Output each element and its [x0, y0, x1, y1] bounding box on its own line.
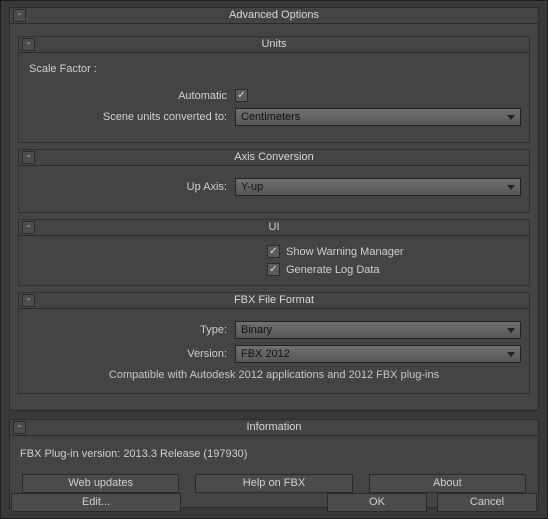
automatic-checkbox[interactable] [235, 89, 248, 102]
automatic-label: Automatic [27, 90, 235, 102]
information-header: - Information [10, 420, 538, 436]
web-updates-button[interactable]: Web updates [22, 474, 179, 493]
dialog-button-bar: Edit... OK Cancel [1, 493, 547, 512]
up-axis-select[interactable]: Y-up [235, 178, 521, 196]
edit-button[interactable]: Edit... [11, 493, 181, 512]
up-axis-value: Y-up [241, 181, 263, 193]
axis-conversion-panel: - Axis Conversion Up Axis: Y-up [18, 149, 530, 213]
type-value: Binary [241, 324, 272, 336]
axis-title: Axis Conversion [234, 151, 313, 163]
compat-note: Compatible with Autodesk 2012 applicatio… [27, 369, 521, 381]
axis-header: - Axis Conversion [19, 150, 529, 166]
help-on-fbx-button[interactable]: Help on FBX [195, 474, 352, 493]
up-axis-label: Up Axis: [27, 181, 235, 193]
version-value: FBX 2012 [241, 348, 290, 360]
advanced-options-panel: - Advanced Options - Units Scale Factor … [9, 7, 539, 411]
scene-units-select[interactable]: Centimeters [235, 108, 521, 126]
units-panel: - Units Scale Factor : Automatic Scene u… [18, 36, 530, 143]
advanced-options-header: - Advanced Options [10, 8, 538, 24]
collapse-info-icon[interactable]: - [13, 421, 26, 434]
advanced-options-title: Advanced Options [229, 9, 319, 21]
collapse-units-icon[interactable]: - [22, 38, 35, 51]
scale-factor-label: Scale Factor : [27, 59, 521, 83]
ui-header: - UI [19, 220, 529, 236]
collapse-axis-icon[interactable]: - [22, 151, 35, 164]
scene-units-label: Scene units converted to: [27, 111, 235, 123]
collapse-fbx-icon[interactable]: - [22, 294, 35, 307]
cancel-button[interactable]: Cancel [437, 493, 537, 512]
type-select[interactable]: Binary [235, 321, 521, 339]
fbx-header: - FBX File Format [19, 293, 529, 309]
scene-units-value: Centimeters [241, 111, 300, 123]
fbx-format-panel: - FBX File Format Type: Binary Version: [18, 292, 530, 394]
collapse-advanced-icon[interactable]: - [13, 9, 26, 22]
fbx-title: FBX File Format [234, 294, 314, 306]
version-label: Version: [27, 348, 235, 360]
units-header: - Units [19, 37, 529, 53]
generate-log-checkbox[interactable] [267, 263, 280, 276]
ui-panel: - UI Show Warning Manager Generate Log D… [18, 219, 530, 286]
type-label: Type: [27, 324, 235, 336]
information-title: Information [246, 421, 301, 433]
ui-title: UI [269, 221, 280, 233]
collapse-ui-icon[interactable]: - [22, 221, 35, 234]
show-warning-label: Show Warning Manager [286, 246, 404, 258]
ok-button[interactable]: OK [327, 493, 427, 512]
generate-log-label: Generate Log Data [286, 264, 380, 276]
show-warning-checkbox[interactable] [267, 245, 280, 258]
about-button[interactable]: About [369, 474, 526, 493]
units-title: Units [261, 38, 286, 50]
version-select[interactable]: FBX 2012 [235, 345, 521, 363]
plugin-version-text: FBX Plug-in version: 2013.3 Release (197… [18, 442, 530, 468]
